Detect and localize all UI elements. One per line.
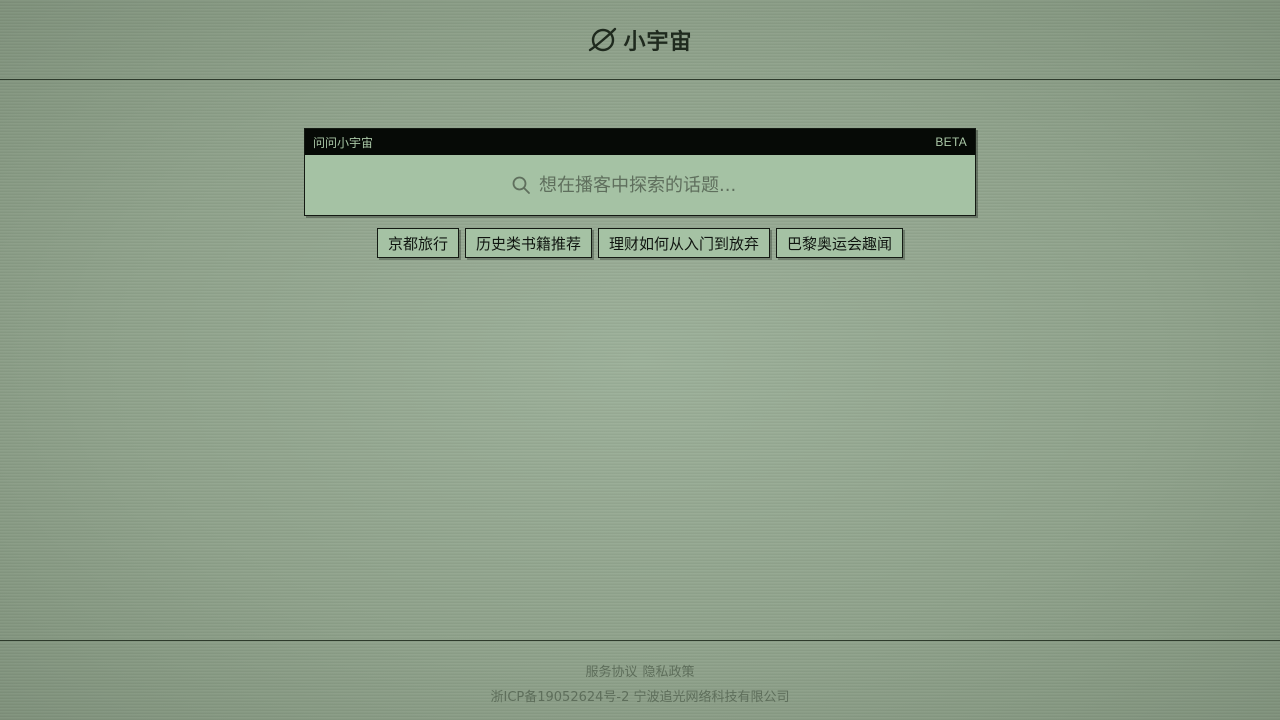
logo[interactable]: 小宇宙 bbox=[587, 20, 692, 60]
suggestion-chip-history-books[interactable]: 历史类书籍推荐 bbox=[464, 228, 592, 258]
search-icon bbox=[511, 175, 531, 195]
search-row[interactable] bbox=[305, 155, 975, 215]
search-card-header: 问问小宇宙 BETA bbox=[305, 129, 975, 155]
suggestion-chip-kyoto-travel[interactable]: 京都旅行 bbox=[376, 228, 459, 258]
beta-badge: BETA bbox=[935, 135, 967, 149]
privacy-link[interactable]: 隐私政策 bbox=[643, 661, 695, 680]
terms-link[interactable]: 服务协议 bbox=[585, 661, 637, 680]
planet-icon bbox=[587, 25, 619, 55]
footer-links: 服务协议 隐私政策 bbox=[585, 661, 694, 680]
logo-text: 小宇宙 bbox=[623, 29, 693, 55]
ask-search-card: 问问小宇宙 BETA bbox=[304, 128, 976, 216]
suggestion-chips: 京都旅行 历史类书籍推荐 理财如何从入门到放弃 巴黎奥运会趣闻 bbox=[0, 228, 1280, 258]
search-card-title: 问问小宇宙 bbox=[313, 135, 374, 150]
suggestion-chip-paris-olympics[interactable]: 巴黎奥运会趣闻 bbox=[776, 228, 904, 258]
icp-record[interactable]: 浙ICP备19052624号-2 宁波追光网络科技有限公司 bbox=[490, 686, 789, 705]
search-input[interactable] bbox=[539, 174, 769, 196]
site-header: 小宇宙 bbox=[0, 0, 1280, 80]
site-footer: 服务协议 隐私政策 浙ICP备19052624号-2 宁波追光网络科技有限公司 bbox=[0, 640, 1280, 720]
suggestion-chip-finance[interactable]: 理财如何从入门到放弃 bbox=[598, 228, 771, 258]
